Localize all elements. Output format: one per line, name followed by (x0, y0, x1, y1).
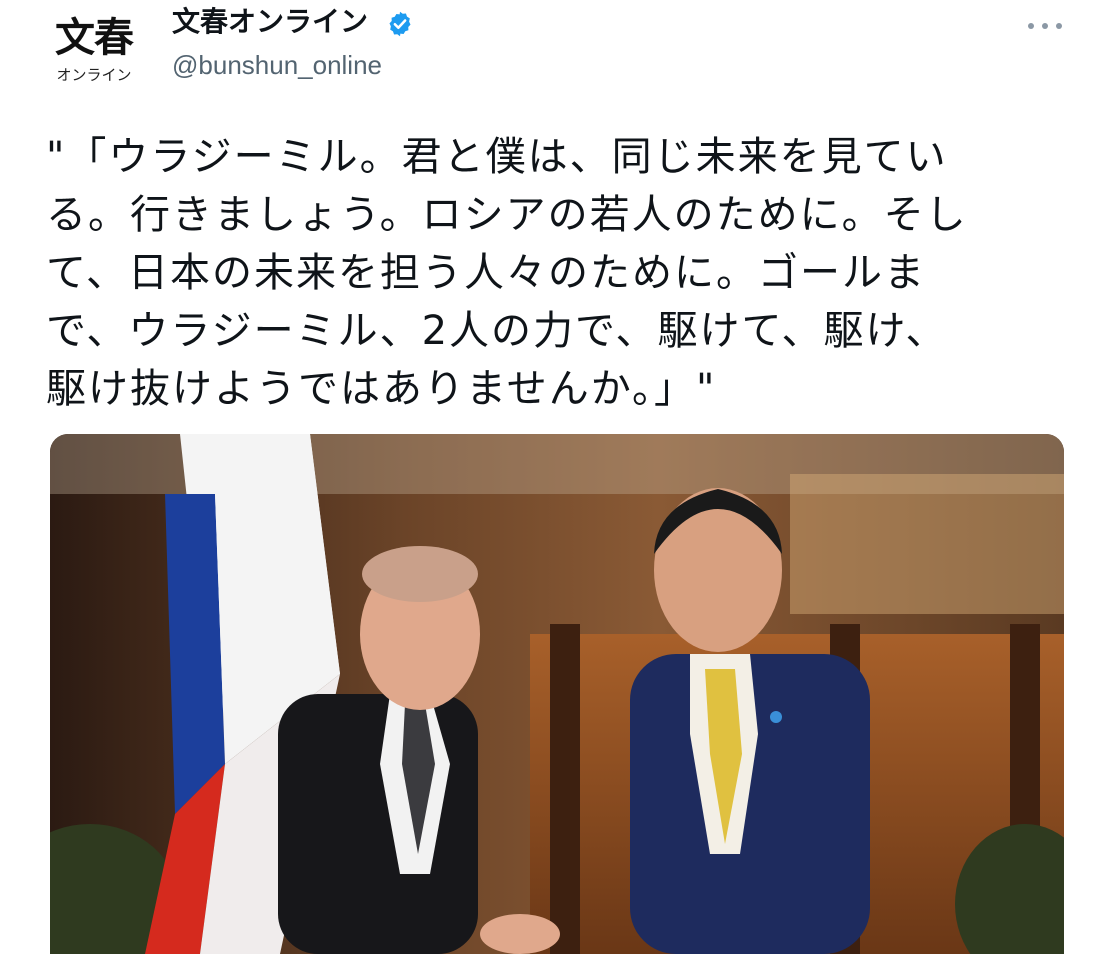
more-dot-icon (1028, 23, 1034, 29)
tweet-text-line: 駆け抜けようではありませんか。」" (46, 366, 717, 412)
avatar-logo-text: 文春 (55, 14, 134, 61)
avatar[interactable]: 文春 オンライン (44, 8, 144, 92)
verified-badge-icon (389, 11, 411, 37)
tweet-text-line: で、ウラジーミル、2人の力で、駆けて、駆け、 (46, 308, 948, 354)
account-handle[interactable]: @bunshun_online (172, 48, 382, 82)
tweet-text-line: て、日本の未来を担う人々のために。ゴールま (46, 250, 926, 296)
display-name[interactable]: 文春オンライン (172, 4, 368, 40)
tweet-card[interactable]: 文春 オンライン 文春オンライン @bunshun_online "「ウラジーミ… (0, 0, 1106, 954)
more-dot-icon (1042, 23, 1048, 29)
more-horizontal-icon[interactable] (1028, 16, 1062, 36)
avatar-logo-subtext: オンライン (56, 66, 132, 84)
tweet-text-line: る。行きましょう。ロシアの若人のために。そし (46, 192, 968, 238)
tweet-text-line: "「ウラジーミル。君と僕は、同じ未来を見てい (46, 134, 948, 180)
more-dot-icon (1056, 23, 1062, 29)
tweet-text: "「ウラジーミル。君と僕は、同じ未来を見てい る。行きましょう。ロシアの若人のた… (46, 128, 1056, 418)
tweet-photo[interactable] (50, 434, 1064, 954)
photo-image (50, 434, 1064, 954)
